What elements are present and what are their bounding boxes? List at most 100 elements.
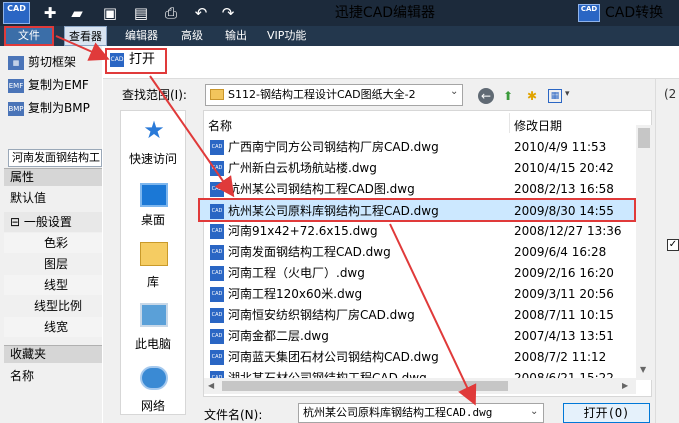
divider [655,78,656,423]
library-icon[interactable] [140,242,168,266]
file-row[interactable]: CAD 河南蓝天集团石材公司钢结构CAD.dwg 2008/7/2 11:12 [204,347,634,368]
file-name: 河南恒安纺织钢结构厂房CAD.dwg [228,308,415,322]
file-row[interactable]: CAD 河南金都二层.dwg 2007/4/13 13:51 [204,326,634,347]
tool-copy-emf[interactable]: EMF 复制为EMF [8,75,89,95]
file-date: 2010/4/9 11:53 [514,140,607,154]
menu-output[interactable]: 输出 [221,26,251,46]
place-this-pc[interactable]: 此电脑 [120,335,186,352]
file-row[interactable]: CAD 湖北某石材公司钢结构工程CAD.dwg 2008/6/21 15:22 [204,368,634,378]
default-value-row[interactable]: 默认值 [4,188,102,208]
preview-label: (2 [664,87,677,101]
file-date: 2009/6/4 16:28 [514,245,607,259]
this-pc-icon[interactable] [140,303,168,327]
undo-icon[interactable]: ↶ [191,3,211,23]
preview-checkbox[interactable]: ✓ [667,239,679,251]
menu-vip[interactable]: VIP功能 [263,26,310,46]
prop-color[interactable]: 色彩 [4,233,102,253]
file-row[interactable]: CAD 河南工程（火电厂）.dwg 2009/2/16 16:20 [204,263,634,284]
place-quick-access[interactable]: 快速访问 [120,150,186,167]
scroll-thumb[interactable] [222,381,508,391]
file-row[interactable]: CAD 河南工程120x60米.dwg 2009/3/11 20:56 [204,284,634,305]
place-library[interactable]: 库 [120,273,186,290]
network-icon[interactable] [140,366,168,390]
cad-file-icon: CAD [210,329,224,344]
views-menu-icon[interactable]: ▦ [548,89,562,103]
file-date: 2008/7/2 11:12 [514,350,607,364]
filename-label: 文件名(N): [204,408,263,422]
prop-lineweight[interactable]: 线宽 [4,317,102,337]
file-row-selected[interactable]: CAD 杭州某公司原料库钢结构工程CAD.dwg 2009/8/30 14:55 [198,198,636,222]
emf-icon: EMF [8,78,24,93]
scroll-right-icon[interactable]: ▶ [622,381,628,390]
tool-clip-frame[interactable]: ▦ 剪切框架 [8,52,76,72]
folder-icon [210,89,224,100]
redo-icon[interactable]: ↷ [218,3,238,23]
open-button[interactable]: 打开(O) [563,403,650,423]
file-name: 杭州某公司原料库钢结构工程CAD.dwg [228,204,439,218]
cad-file-icon: CAD [210,224,224,239]
file-name: 河南91x42+72.6x15.dwg [228,224,378,238]
cad-file-icon: CAD [210,140,224,155]
new-folder-icon[interactable]: ✱ [524,88,540,104]
column-header-name[interactable]: 名称 [208,117,232,134]
file-date: 2009/3/11 20:56 [514,287,614,301]
file-row[interactable]: CAD 杭州某公司钢结构工程CAD图.dwg 2008/2/13 16:58 [204,179,634,200]
cad-file-icon: CAD [110,53,124,67]
column-separator[interactable] [509,113,510,133]
document-tab[interactable]: 河南发面钢结构工 [8,149,102,167]
file-row[interactable]: CAD 河南发面钢结构工程CAD.dwg 2009/6/4 16:28 [204,242,634,263]
scroll-left-icon[interactable]: ◀ [208,381,214,390]
new-file-icon[interactable]: ✚ [40,3,60,23]
file-date: 2010/4/15 20:42 [514,161,614,175]
prop-layer[interactable]: 图层 [4,254,102,274]
cad-convert-icon[interactable]: CAD [578,4,600,22]
save-icon[interactable]: ▣ [100,3,120,23]
menu-editor[interactable]: 编辑器 [121,26,162,46]
column-header-date[interactable]: 修改日期 [514,117,562,134]
cad-file-icon: CAD [210,204,224,219]
general-settings-section[interactable]: ⊟ 一般设置 [4,212,102,232]
prop-linetype-scale[interactable]: 线型比例 [4,296,102,316]
filename-input[interactable]: 杭州某公司原料库钢结构工程CAD.dwg [298,403,544,423]
chevron-down-icon[interactable]: ⌄ [530,406,538,417]
properties-header: 属性 [4,168,102,186]
save-as-icon[interactable]: ▤ [131,3,151,23]
place-desktop[interactable]: 桌面 [120,211,186,228]
cad-file-icon: CAD [210,266,224,281]
desktop-icon[interactable] [140,183,168,207]
menu-advanced[interactable]: 高级 [177,26,207,46]
prop-linetype[interactable]: 线型 [4,275,102,295]
tool-copy-emf-label: 复制为EMF [28,78,89,92]
up-folder-icon[interactable]: ⬆ [500,88,516,104]
window-title: 迅捷CAD编辑器 [334,5,436,21]
favorites-name-label: 名称 [10,369,35,383]
print-icon[interactable]: ⎙ [161,3,181,23]
file-row[interactable]: CAD 河南91x42+72.6x15.dwg 2008/12/27 13:36 [204,221,634,242]
file-name: 河南蓝天集团石材公司钢结构CAD.dwg [228,350,439,364]
file-name: 湖北某石材公司钢结构工程CAD.dwg [228,371,427,378]
cad-convert-label[interactable]: CAD转换 [605,4,663,22]
tool-copy-bmp[interactable]: BMP 复制为BMP [8,98,90,118]
chevron-down-icon[interactable]: ⌄ [450,86,458,97]
file-row[interactable]: CAD 广西南宁同方公司钢结构厂房CAD.dwg 2010/4/9 11:53 [204,137,634,158]
file-row[interactable]: CAD 广州新白云机场航站楼.dwg 2010/4/15 20:42 [204,158,634,179]
cad-file-icon: CAD [210,308,224,323]
file-date: 2008/2/13 16:58 [514,182,614,196]
open-folder-icon[interactable]: ▰ [67,3,87,23]
look-in-select[interactable]: S112-钢结构工程设计CAD图纸大全-2 [205,84,463,106]
tool-copy-bmp-label: 复制为BMP [28,101,90,115]
collapse-icon: ⊟ [10,215,21,229]
scroll-thumb[interactable] [638,128,650,148]
scroll-down-icon[interactable]: ▼ [640,365,646,374]
chevron-down-icon[interactable]: ▾ [565,89,570,99]
file-name: 河南工程（火电厂）.dwg [228,266,365,280]
quick-access-icon[interactable]: ★ [140,118,168,142]
menu-file[interactable]: 文件 [4,26,54,46]
back-icon[interactable]: ← [478,88,494,104]
file-date: 2007/4/13 13:51 [514,329,614,343]
menu-viewer[interactable]: 查看器 [64,26,107,46]
general-settings-label: 一般设置 [23,215,72,229]
vertical-scrollbar[interactable] [636,125,652,380]
place-network[interactable]: 网络 [120,397,186,414]
file-row[interactable]: CAD 河南恒安纺织钢结构厂房CAD.dwg 2008/7/11 10:15 [204,305,634,326]
